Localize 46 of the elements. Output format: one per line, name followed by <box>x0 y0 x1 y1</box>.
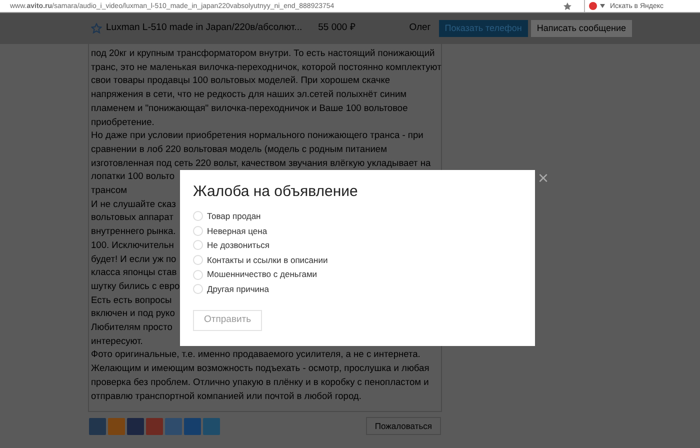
description-line: Любителям просто <box>91 321 172 334</box>
description-line: включен и под руко <box>91 307 175 320</box>
reason-radio[interactable]: Другая причина <box>193 282 269 297</box>
dialog-title: Жалоба на объявление <box>193 184 359 199</box>
description-line: 100. Исключительн <box>91 238 174 252</box>
reason-radio[interactable]: Мошенничество с деньгами <box>193 267 318 282</box>
description-line: приобретение. <box>91 116 154 129</box>
price-text: 55 000 ₽ <box>318 21 356 36</box>
description-line: Фото оригинальные, т.е. именно продаваемого усилителя, а не с интернета. <box>91 348 420 362</box>
description-line: внутреннего рынка. <box>91 225 176 238</box>
description-line: Есть есть вопросы <box>91 294 172 307</box>
share-button[interactable] <box>89 418 106 435</box>
description-line: транс, это не маленькая вилочка-переходничок, которой постоянно комплектуют <box>91 60 442 74</box>
description-line: шутку бились с евро <box>91 280 180 293</box>
description-line: свои товары продавцы 100 вольтовых моделей. При хорошем скачке <box>91 74 390 88</box>
description-line: будет! И если уж по <box>91 252 176 266</box>
listing-title: Luxman L-510 made in Japan/220в/абсолют... <box>106 21 302 36</box>
share-button[interactable] <box>127 418 144 435</box>
description-line: Желающим и имеющим возможность подъехать - осмотр, прослушка и любая <box>91 362 430 376</box>
description-line: класса японцы став <box>91 266 177 280</box>
description-line: отправлю транспортной компанией или почтой в любой город. <box>91 390 362 403</box>
description-line: трансом <box>91 184 128 198</box>
description-line: проверка без проблем. Отлично упакую в плёнку и в коробку с пенопластом и <box>91 376 429 389</box>
description-line: И не слушайте сказ <box>91 198 176 211</box>
caret-icon[interactable] <box>600 4 605 8</box>
reason-radio[interactable]: Товар продан <box>193 209 261 224</box>
share-button[interactable] <box>108 418 125 435</box>
write-message-button[interactable]: Написать сообщение <box>530 20 632 37</box>
description-line: Но даже при условии приобретения нормального понижающего транса - при <box>91 129 424 142</box>
description-line: вольтовых аппарат <box>91 211 174 224</box>
bookmark-star-icon[interactable] <box>563 2 572 10</box>
reason-radio[interactable]: Контакты и ссылки в описании <box>193 252 328 268</box>
description-line: интересуют. <box>91 334 143 348</box>
description-line: под 20кг и крупным трансформатором внутри. То есть настоящий понижающий <box>91 47 435 60</box>
reason-radio[interactable]: Не дозвониться <box>193 238 270 253</box>
description-line: изготовленная под сеть 220 вольт, качеством звучания влёгкую укладывает на <box>91 156 431 170</box>
description-line: лопатки 100 вольто <box>91 170 175 184</box>
share-button[interactable] <box>146 418 163 435</box>
share-button[interactable] <box>203 418 220 435</box>
reason-radio[interactable]: Неверная цена <box>193 224 268 238</box>
description-line: сравнении в лоб 220 вольтовая модель (модель с родным питанием <box>91 142 387 156</box>
share-button[interactable] <box>184 418 201 435</box>
description-line: напряжения в сети, что не редкость для наших эл.сетей полыхнёт синим <box>91 88 407 102</box>
description-line: пламенем и "понижающая" вилочка-переходничок и Ваше 100 вольтовое <box>91 102 408 115</box>
share-button[interactable] <box>165 418 182 435</box>
favorite-star-icon[interactable] <box>91 23 102 34</box>
